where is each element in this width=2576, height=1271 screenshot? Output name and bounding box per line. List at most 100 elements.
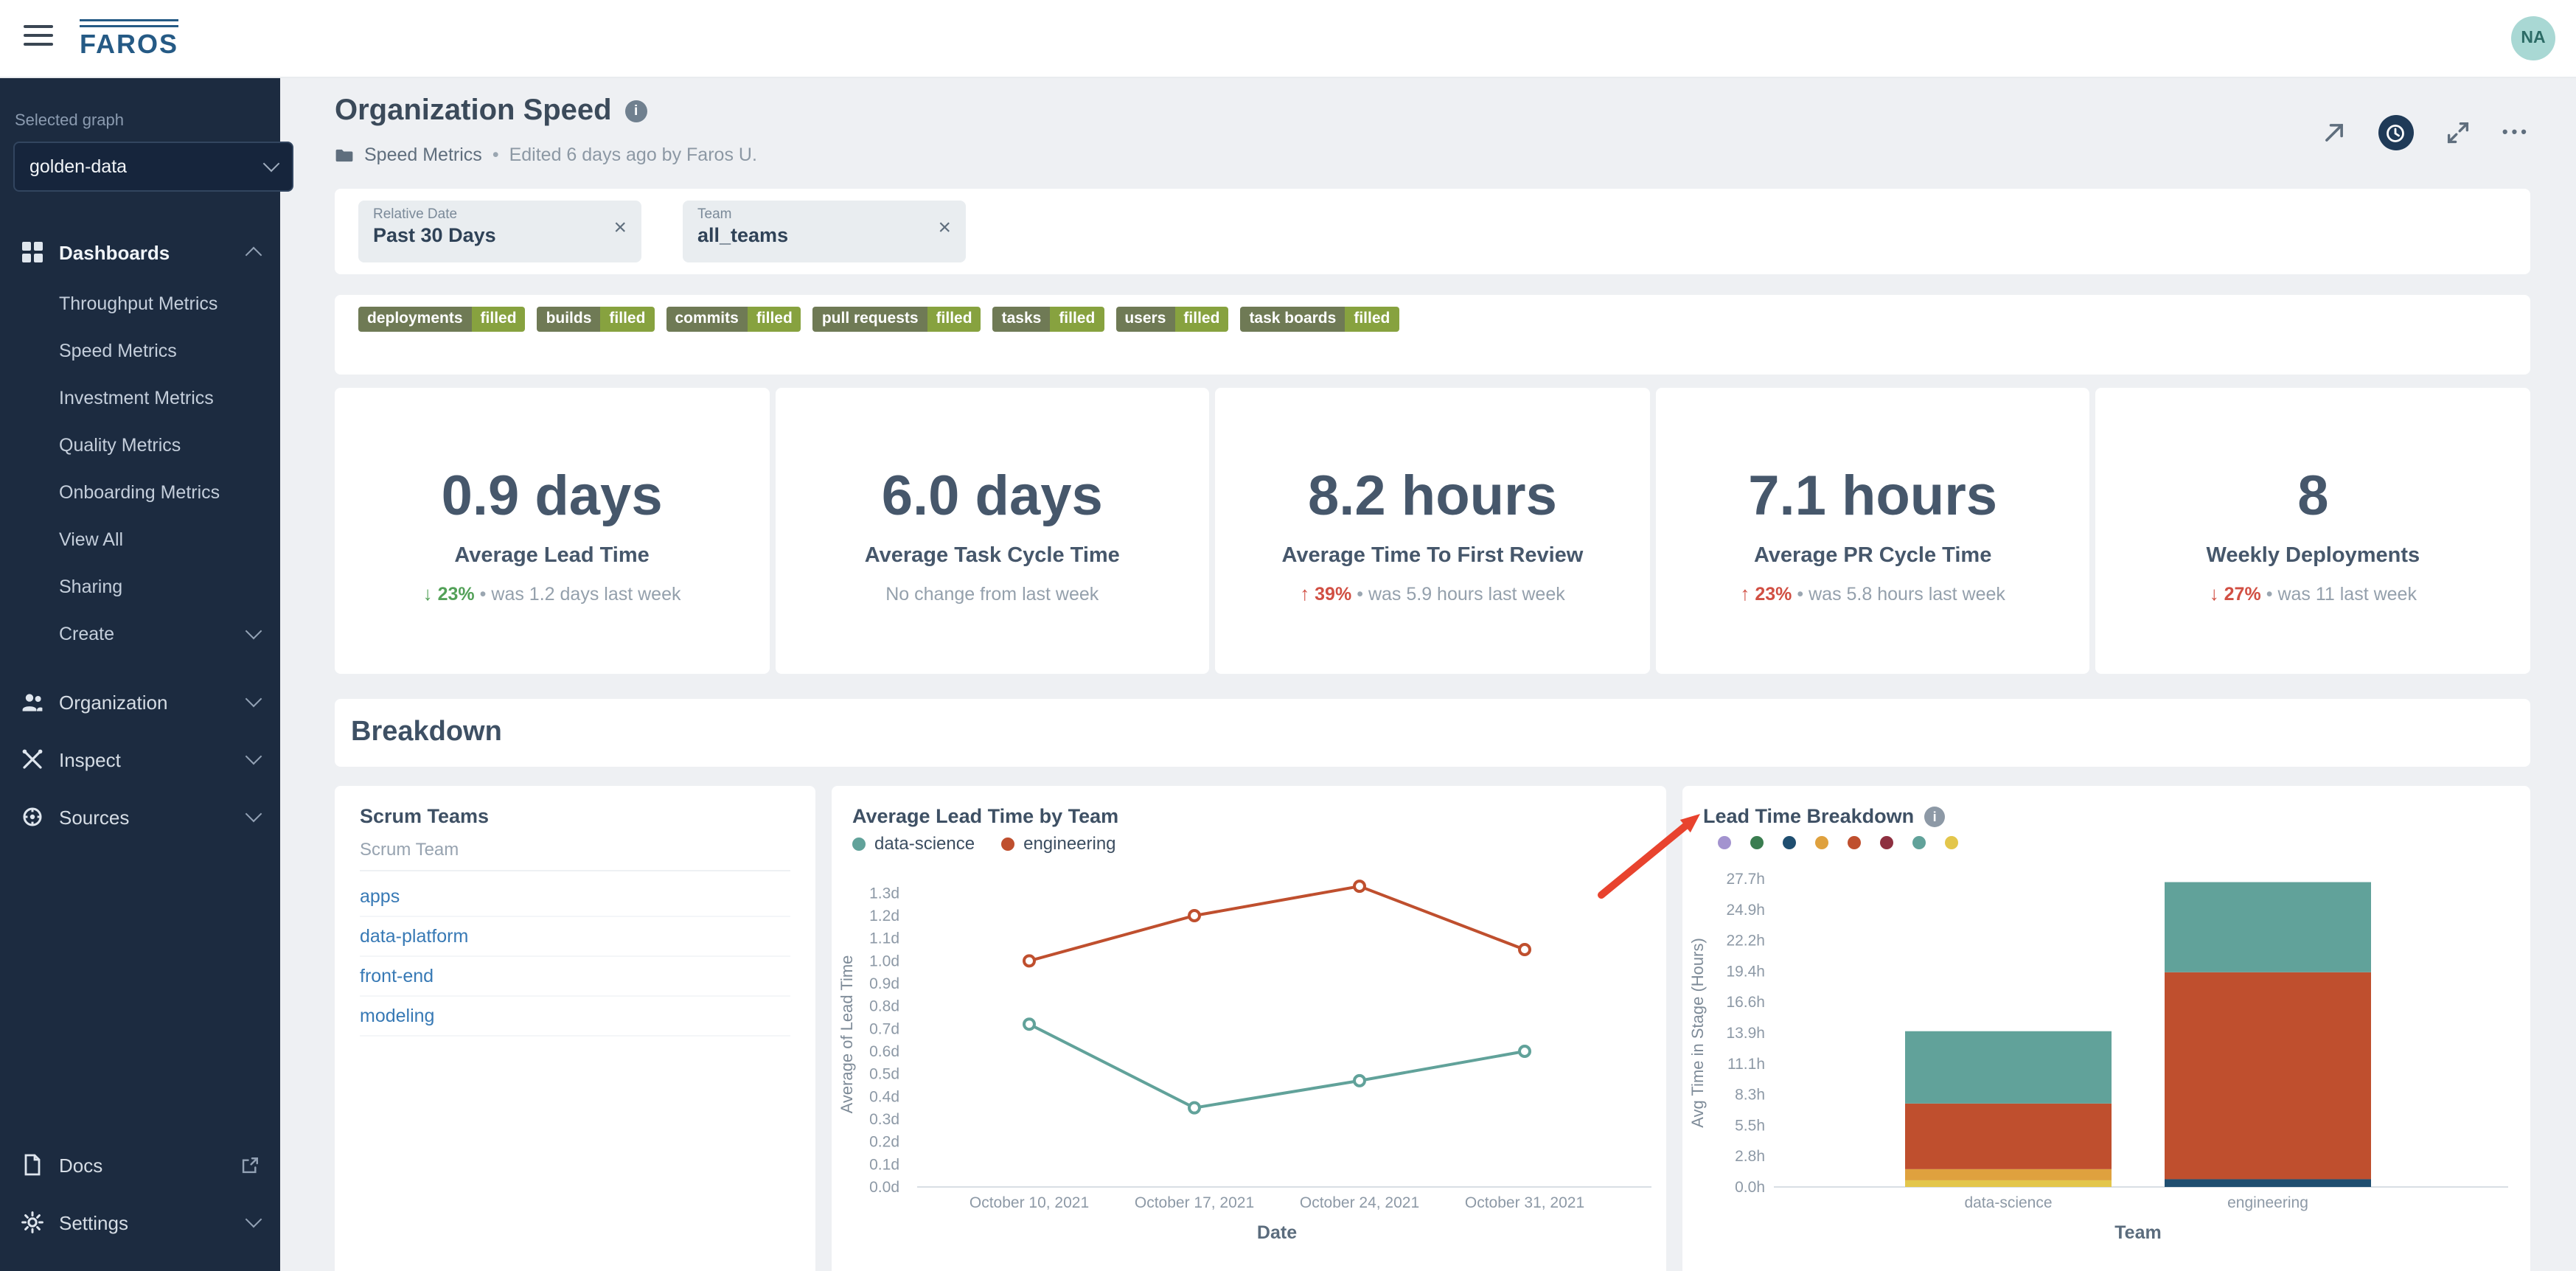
- filter-value: Past 30 Days: [373, 224, 591, 246]
- more-options-icon[interactable]: •••: [2502, 124, 2530, 142]
- tag-deployments[interactable]: deploymentsfilled: [358, 307, 526, 332]
- sidebar-item-label: Settings: [59, 1211, 128, 1233]
- sidebar-item-inspect[interactable]: Inspect: [0, 734, 280, 784]
- filter-relative-date[interactable]: Relative Date Past 30 Days ×: [358, 201, 641, 262]
- sidebar-item-throughput-metrics[interactable]: Throughput Metrics: [0, 280, 280, 327]
- scrum-team-link-front-end[interactable]: front-end: [360, 957, 790, 997]
- legend-dot-4[interactable]: [1848, 836, 1861, 849]
- sidebar-item-create[interactable]: Create: [0, 610, 280, 658]
- close-icon[interactable]: ×: [613, 215, 627, 240]
- metric-card-average-task-cycle-time[interactable]: 6.0 days Average Task Cycle Time No chan…: [775, 388, 1209, 674]
- trend-percent: 23%: [438, 584, 475, 605]
- sidebar-item-sources[interactable]: Sources: [0, 792, 280, 842]
- metric-card-average-time-to-first-review[interactable]: 8.2 hours Average Time To First Review ↑…: [1215, 388, 1649, 674]
- sidebar-item-docs[interactable]: Docs: [0, 1140, 280, 1190]
- svg-text:1.1d: 1.1d: [869, 930, 899, 947]
- legend-dot-2[interactable]: [1783, 836, 1796, 849]
- external-link-icon: [240, 1155, 260, 1174]
- header-actions: •••: [2321, 115, 2530, 150]
- tag-name: builds: [537, 307, 601, 332]
- tag-tasks[interactable]: tasksfilled: [993, 307, 1104, 332]
- legend-dot-0[interactable]: [1718, 836, 1731, 849]
- tag-pull-requests[interactable]: pull requestsfilled: [813, 307, 981, 332]
- stacked-bar-chart[interactable]: 0.0h2.8h5.5h8.3h11.1h13.9h16.6h19.4h22.2…: [1682, 867, 2530, 1271]
- legend-dot-3[interactable]: [1815, 836, 1828, 849]
- share-arrow-icon[interactable]: [2321, 119, 2347, 146]
- bar-segment-engineering[interactable]: [2165, 1179, 2371, 1187]
- svg-text:October 31, 2021: October 31, 2021: [1465, 1194, 1584, 1211]
- tag-users[interactable]: usersfilled: [1115, 307, 1228, 332]
- info-icon[interactable]: i: [625, 100, 647, 122]
- filter-label: Relative Date: [373, 206, 591, 223]
- separator-dot: •: [2266, 584, 2273, 605]
- chevron-down-icon: [246, 623, 262, 640]
- tag-name: commits: [666, 307, 747, 332]
- svg-text:engineering: engineering: [2227, 1194, 2308, 1211]
- tag-status-badge: filled: [748, 307, 801, 332]
- sidebar-footer: Docs Settings: [0, 1132, 280, 1247]
- svg-text:2.8h: 2.8h: [1735, 1148, 1765, 1165]
- bar-segment-data-science[interactable]: [1905, 1031, 2112, 1104]
- fullscreen-icon[interactable]: [2445, 119, 2471, 146]
- menu-icon[interactable]: [24, 25, 53, 49]
- scrum-team-link-apps[interactable]: apps: [360, 877, 790, 917]
- tag-builds[interactable]: buildsfilled: [537, 307, 655, 332]
- legend-dot-7[interactable]: [1945, 836, 1958, 849]
- bar-segment-data-science[interactable]: [1905, 1104, 2112, 1169]
- sidebar-item-dashboards[interactable]: Dashboards: [0, 230, 280, 274]
- graph-select[interactable]: golden-data: [13, 142, 293, 192]
- svg-text:October 24, 2021: October 24, 2021: [1300, 1194, 1419, 1211]
- metric-card-average-lead-time[interactable]: 0.9 days Average Lead Time ↓ 23% • was 1…: [335, 388, 769, 674]
- avatar[interactable]: NA: [2511, 16, 2555, 60]
- sidebar-sections: Organization Inspect Sources: [0, 677, 280, 849]
- legend-dot: [852, 837, 866, 850]
- legend-dot: [1001, 837, 1014, 850]
- scrum-team-link-data-platform[interactable]: data-platform: [360, 917, 790, 957]
- trend-arrow-icon: ↑: [1300, 582, 1309, 605]
- close-icon[interactable]: ×: [938, 215, 951, 240]
- metric-card-weekly-deployments[interactable]: 8 Weekly Deployments ↓ 27% • was 11 last…: [2096, 388, 2530, 674]
- sources-hub-icon: [21, 805, 44, 829]
- separator-dot: •: [492, 144, 499, 165]
- sidebar-item-view-all[interactable]: View All: [0, 516, 280, 563]
- sidebar-item-quality-metrics[interactable]: Quality Metrics: [0, 422, 280, 469]
- legend-dot-1[interactable]: [1750, 836, 1764, 849]
- dashboards-grid-icon: [21, 240, 44, 264]
- metric-cards-row: 0.9 days Average Lead Time ↓ 23% • was 1…: [335, 388, 2530, 674]
- info-icon[interactable]: i: [1924, 806, 1945, 826]
- metric-value: 8: [2096, 464, 2530, 529]
- bar-segment-engineering[interactable]: [2165, 972, 2371, 1180]
- main-content: Organization Speed i Speed Metrics • Edi…: [280, 77, 2576, 1271]
- svg-text:Date: Date: [1257, 1222, 1297, 1243]
- filter-team[interactable]: Team all_teams ×: [683, 201, 966, 262]
- bar-segment-data-science[interactable]: [1905, 1169, 2112, 1180]
- line-chart[interactable]: 0.0d0.1d0.2d0.3d0.4d0.5d0.6d0.7d0.8d0.9d…: [832, 867, 1666, 1271]
- bar-segment-data-science[interactable]: [1905, 1180, 2112, 1187]
- svg-text:19.4h: 19.4h: [1726, 963, 1765, 980]
- sidebar-item-onboarding-metrics[interactable]: Onboarding Metrics: [0, 469, 280, 516]
- svg-text:0.3d: 0.3d: [869, 1111, 899, 1128]
- top-bar: FAROS NA: [0, 0, 2576, 78]
- legend-dot-6[interactable]: [1912, 836, 1926, 849]
- tag-name: pull requests: [813, 307, 927, 332]
- legend-item-data-science[interactable]: data-science: [852, 833, 975, 854]
- sidebar-item-settings[interactable]: Settings: [0, 1197, 280, 1247]
- breadcrumb-category[interactable]: Speed Metrics: [364, 144, 482, 165]
- sidebar-item-sharing[interactable]: Sharing: [0, 563, 280, 610]
- sidebar-item-organization[interactable]: Organization: [0, 677, 280, 727]
- svg-text:11.1h: 11.1h: [1727, 1056, 1765, 1073]
- tag-commits[interactable]: commitsfilled: [666, 307, 801, 332]
- legend-dot-5[interactable]: [1880, 836, 1893, 849]
- inspect-tools-icon: [21, 748, 44, 771]
- time-travel-button[interactable]: [2378, 115, 2414, 150]
- legend-item-engineering[interactable]: engineering: [1001, 833, 1115, 854]
- sidebar-item-investment-metrics[interactable]: Investment Metrics: [0, 375, 280, 422]
- sidebar-item-label: Create: [59, 624, 114, 644]
- metric-card-average-pr-cycle-time[interactable]: 7.1 hours Average PR Cycle Time ↑ 23% • …: [1656, 388, 2090, 674]
- breakdown-band: Breakdown: [335, 699, 2530, 767]
- panel-title: Lead Time Breakdown i: [1703, 805, 1945, 827]
- bar-segment-engineering[interactable]: [2165, 882, 2371, 972]
- sidebar-item-speed-metrics[interactable]: Speed Metrics: [0, 327, 280, 375]
- tag-task-boards[interactable]: task boardsfilled: [1240, 307, 1399, 332]
- scrum-team-link-modeling[interactable]: modeling: [360, 997, 790, 1037]
